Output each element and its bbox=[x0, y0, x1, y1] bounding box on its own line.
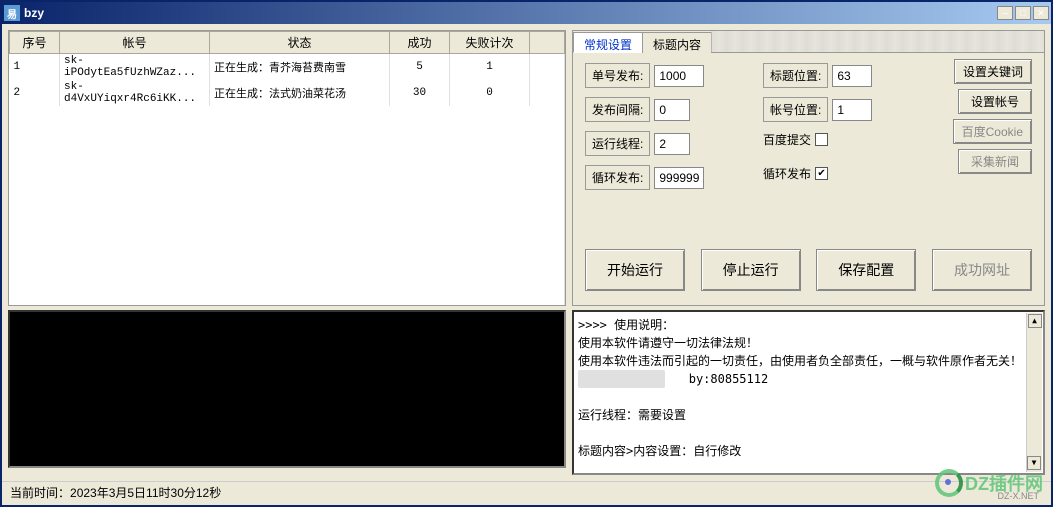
tab-general[interactable]: 常规设置 bbox=[573, 32, 643, 53]
tab-blurred bbox=[711, 31, 1044, 52]
info-panel[interactable]: >>>> 使用说明： 使用本软件请遵守一切法律法规！ 使用本软件违法而引起的一切… bbox=[572, 310, 1045, 475]
input-run-threads[interactable] bbox=[654, 133, 690, 155]
info-line: 标题内容>内容设置：自行修改 bbox=[578, 442, 1039, 460]
close-button[interactable]: ✕ bbox=[1033, 6, 1049, 20]
stop-button[interactable]: 停止运行 bbox=[701, 249, 801, 291]
label-loop-publish: 循环发布: bbox=[585, 165, 650, 190]
label-single-publish: 单号发布: bbox=[585, 63, 650, 88]
accounts-table[interactable]: 序号 帐号 状态 成功 失败计次 1 sk-iPOdytEa5fUzhWZaz.… bbox=[8, 30, 566, 306]
log-console[interactable] bbox=[8, 310, 566, 468]
label-account-pos: 帐号位置: bbox=[763, 97, 828, 122]
col-spacer bbox=[530, 32, 565, 54]
input-title-pos[interactable] bbox=[832, 65, 872, 87]
baidu-cookie-button[interactable]: 百度Cookie bbox=[953, 119, 1032, 144]
input-single-publish[interactable] bbox=[654, 65, 704, 87]
label-run-threads: 运行线程: bbox=[585, 131, 650, 156]
app-icon: 易 bbox=[4, 5, 20, 21]
collect-news-button[interactable]: 采集新闻 bbox=[958, 149, 1032, 174]
save-config-button[interactable]: 保存配置 bbox=[816, 249, 916, 291]
tab-title-content[interactable]: 标题内容 bbox=[642, 32, 712, 53]
label-baidu-submit: 百度提交 bbox=[763, 131, 811, 148]
checkbox-loop-publish[interactable]: ✔ bbox=[815, 167, 828, 180]
status-time: 2023年3月5日11时30分12秒 bbox=[70, 486, 221, 500]
settings-panel: 常规设置 标题内容 单号发布: 发布间隔: 运行线程: bbox=[572, 30, 1045, 306]
info-line: >>>> 使用说明： bbox=[578, 316, 1039, 334]
input-publish-interval[interactable] bbox=[654, 99, 690, 121]
maximize-button[interactable]: □ bbox=[1015, 6, 1031, 20]
set-keyword-button[interactable]: 设置关键词 bbox=[954, 59, 1032, 84]
info-line: 使用本软件请遵守一切法律法规！ bbox=[578, 334, 1039, 352]
table-row[interactable]: 2 sk-d4VxUYiqxr4Rc6iKK... 正在生成：法式奶油菜花汤 3… bbox=[10, 80, 565, 106]
col-success[interactable]: 成功 bbox=[390, 32, 450, 54]
col-account[interactable]: 帐号 bbox=[60, 32, 210, 54]
input-account-pos[interactable] bbox=[832, 99, 872, 121]
success-url-button[interactable]: 成功网址 bbox=[932, 249, 1032, 291]
table-row[interactable]: 1 sk-iPOdytEa5fUzhWZaz... 正在生成：青芥海苔费南雪 5… bbox=[10, 54, 565, 81]
col-fail[interactable]: 失败计次 bbox=[450, 32, 530, 54]
watermark-sub: DZ-X.NET bbox=[998, 491, 1040, 501]
window-title: bzy bbox=[24, 6, 997, 20]
set-account-button[interactable]: 设置帐号 bbox=[958, 89, 1032, 114]
status-prefix: 当前时间： bbox=[10, 486, 70, 500]
col-status[interactable]: 状态 bbox=[210, 32, 390, 54]
label-publish-interval: 发布间隔: bbox=[585, 97, 650, 122]
label-title-pos: 标题位置: bbox=[763, 63, 828, 88]
start-button[interactable]: 开始运行 bbox=[585, 249, 685, 291]
minimize-button[interactable]: ─ bbox=[997, 6, 1013, 20]
info-line: ████████████ by:80855112 bbox=[578, 370, 1039, 388]
col-index[interactable]: 序号 bbox=[10, 32, 60, 54]
label-loop-pub-chk: 循环发布 bbox=[763, 165, 811, 182]
scroll-down-icon[interactable]: ▼ bbox=[1027, 456, 1041, 470]
checkbox-baidu-submit[interactable] bbox=[815, 133, 828, 146]
statusbar: 当前时间：2023年3月5日11时30分12秒 bbox=[2, 481, 1051, 501]
titlebar: 易 bzy ─ □ ✕ bbox=[2, 2, 1051, 24]
scroll-up-icon[interactable]: ▲ bbox=[1028, 314, 1042, 328]
info-line: 使用本软件违法而引起的一切责任，由使用者负全部责任，一概与软件原作者无关！ bbox=[578, 352, 1039, 370]
watermark-icon bbox=[935, 469, 963, 497]
input-loop-publish[interactable] bbox=[654, 167, 704, 189]
info-line: 运行线程：需要设置 bbox=[578, 406, 1039, 424]
blurred-text: ████████████ bbox=[578, 370, 665, 388]
scrollbar[interactable]: ▲ ▼ bbox=[1026, 313, 1042, 472]
